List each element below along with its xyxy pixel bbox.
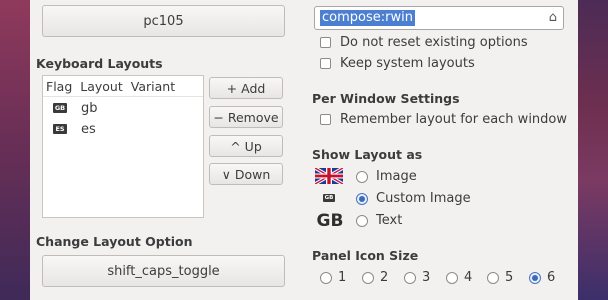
show-layout-image-label: Image [376, 169, 417, 184]
flag-es-icon: ES [53, 124, 67, 134]
show-layout-text-label: Text [376, 213, 403, 228]
text-preview: GB [316, 211, 344, 231]
radio-icon [356, 170, 368, 183]
icon-size-label: 2 [380, 270, 389, 285]
uk-flag-icon [315, 168, 343, 184]
move-down-button[interactable]: ∨ Down [209, 163, 283, 185]
keep-system-label: Keep system layouts [340, 56, 475, 71]
icon-size-4-radio[interactable]: 4 [446, 270, 472, 285]
show-layout-custom-image-label: Custom Image [376, 191, 471, 206]
change-layout-option-heading: Change Layout Option [36, 234, 193, 249]
list-item[interactable]: ES es [43, 119, 96, 139]
radio-icon [404, 271, 416, 284]
up-button-label: ^ Up [230, 138, 262, 154]
radio-selected-icon [356, 192, 368, 205]
show-layout-custom-image-radio[interactable]: Custom Image [356, 191, 471, 206]
column-header-flag[interactable]: Flag [43, 79, 76, 94]
layout-name: gb [81, 100, 98, 116]
change-layout-option-button[interactable]: shift_caps_toggle [42, 255, 285, 287]
icon-size-1-radio[interactable]: 1 [320, 270, 346, 285]
down-button-label: ∨ Down [221, 166, 271, 182]
desktop-background-left [0, 0, 30, 300]
checkbox-icon [320, 114, 331, 125]
keyboard-model-button[interactable]: pc105 [42, 5, 285, 37]
icon-size-label: 3 [422, 270, 431, 285]
change-layout-option-label: shift_caps_toggle [107, 263, 220, 279]
icon-size-5-radio[interactable]: 5 [487, 270, 513, 285]
add-layout-button[interactable]: + Add [209, 77, 283, 99]
show-layout-heading: Show Layout as [312, 147, 423, 162]
icon-size-label: 1 [338, 270, 347, 285]
column-header-layout[interactable]: Layout [76, 79, 127, 94]
remove-button-label: − Remove [213, 109, 279, 125]
do-not-reset-checkbox[interactable]: Do not reset existing options [320, 35, 528, 50]
remove-layout-button[interactable]: − Remove [209, 106, 283, 128]
add-button-label: + Add [226, 80, 266, 96]
radio-icon [446, 271, 458, 284]
icon-size-6-radio[interactable]: 6 [529, 270, 555, 285]
list-item[interactable]: GB gb [43, 98, 98, 118]
icon-size-label: 6 [547, 270, 556, 285]
show-layout-text-radio[interactable]: Text [356, 213, 402, 228]
icon-size-2-radio[interactable]: 2 [362, 270, 388, 285]
checkbox-icon [320, 37, 331, 48]
checkbox-icon [320, 58, 331, 69]
keyboard-layouts-heading: Keyboard Layouts [36, 56, 163, 71]
compose-key-field[interactable]: compose:rwin ⌂ [314, 6, 564, 30]
layout-name: es [81, 121, 96, 137]
clear-field-icon[interactable]: ⌂ [549, 10, 557, 25]
column-header-variant[interactable]: Variant [127, 79, 179, 94]
move-up-button[interactable]: ^ Up [209, 135, 283, 157]
custom-image-preview-icon: GB [323, 193, 335, 202]
desktop-background-right [578, 0, 608, 300]
radio-icon [356, 214, 368, 227]
do-not-reset-label: Do not reset existing options [340, 35, 528, 50]
radio-selected-icon [529, 271, 541, 284]
icon-size-3-radio[interactable]: 3 [404, 270, 430, 285]
radio-icon [362, 271, 374, 284]
compose-key-value: compose:rwin [320, 10, 415, 26]
remember-layout-label: Remember layout for each window [340, 112, 568, 127]
icon-size-label: 5 [505, 270, 514, 285]
remember-layout-checkbox[interactable]: Remember layout for each window [320, 112, 567, 127]
radio-icon [320, 271, 332, 284]
flag-gb-icon: GB [53, 103, 67, 113]
keep-system-layouts-checkbox[interactable]: Keep system layouts [320, 56, 475, 71]
keyboard-model-label: pc105 [143, 13, 184, 29]
icon-size-label: 4 [464, 270, 473, 285]
layouts-list[interactable]: Flag Layout Variant GB gb ES es [42, 75, 204, 218]
show-layout-image-radio[interactable]: Image [356, 169, 417, 184]
radio-icon [487, 271, 499, 284]
per-window-settings-heading: Per Window Settings [312, 91, 460, 106]
layouts-list-header: Flag Layout Variant [43, 76, 203, 97]
panel-icon-size-heading: Panel Icon Size [312, 248, 419, 263]
